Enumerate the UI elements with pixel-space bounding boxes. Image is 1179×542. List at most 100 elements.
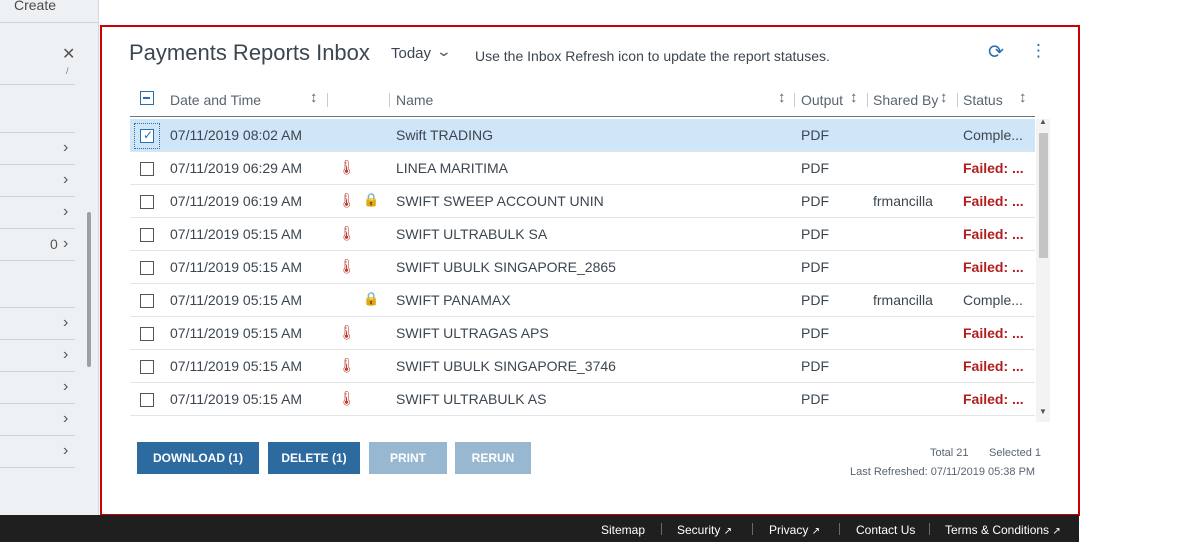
chevron-right-icon[interactable]: › xyxy=(63,315,68,331)
table-row[interactable]: 07/11/2019 06:19 AM 🌡 🔒 SWIFT SWEEP ACCO… xyxy=(130,185,1035,218)
divider xyxy=(0,467,75,468)
cell-date: 07/11/2019 05:15 AM xyxy=(170,259,303,275)
chevron-right-icon[interactable]: › xyxy=(63,204,68,220)
thermometer-icon: 🌡 xyxy=(338,225,356,241)
chevron-right-icon[interactable]: › xyxy=(63,140,68,156)
row-checkbox[interactable] xyxy=(140,195,154,209)
table-row[interactable]: 07/11/2019 05:15 AM 🌡 SWIFT UBULK SINGAP… xyxy=(130,251,1035,284)
cell-name[interactable]: SWIFT ULTRABULK SA xyxy=(396,226,547,242)
footer-link-security[interactable]: Security ↗ xyxy=(677,523,732,537)
thermometer-icon: 🌡 xyxy=(338,324,356,340)
cell-status[interactable]: Comple... xyxy=(963,127,1023,143)
footer-link-contact[interactable]: Contact Us xyxy=(856,523,915,537)
table-scrollbar[interactable]: ▲ ▼ xyxy=(1036,117,1050,422)
sort-icon[interactable]: ↕ xyxy=(310,89,318,106)
cell-name[interactable]: SWIFT UBULK SINGAPORE_2865 xyxy=(396,259,616,275)
sort-icon[interactable]: ↕ xyxy=(778,89,786,106)
table-row[interactable]: 07/11/2019 05:15 AM 🌡 SWIFT ULTRABULK LE… xyxy=(130,416,1035,419)
table-row[interactable]: 07/11/2019 05:15 AM 🔒 SWIFT PANAMAX PDF … xyxy=(130,284,1035,317)
cell-name[interactable]: SWIFT ULTRAGAS APS xyxy=(396,325,549,341)
chevron-right-icon[interactable]: › xyxy=(63,443,68,459)
cell-output: PDF xyxy=(801,325,829,341)
select-all-checkbox[interactable] xyxy=(140,91,154,105)
row-checkbox[interactable] xyxy=(140,360,154,374)
row-checkbox[interactable] xyxy=(140,327,154,341)
table-row[interactable]: 07/11/2019 05:15 AM 🌡 SWIFT ULTRABULK SA… xyxy=(130,218,1035,251)
footer-link-sitemap[interactable]: Sitemap xyxy=(601,523,645,537)
column-header-status[interactable]: Status xyxy=(963,92,1003,108)
cell-status[interactable]: Failed: ... xyxy=(963,358,1024,374)
row-checkbox[interactable] xyxy=(140,261,154,275)
cell-status[interactable]: Failed: ... xyxy=(963,259,1024,275)
cell-date: 07/11/2019 05:15 AM xyxy=(170,226,303,242)
site-footer: Sitemap Security ↗ Privacy ↗ Contact Us … xyxy=(0,515,1079,542)
sort-icon[interactable]: ↕ xyxy=(1019,89,1027,106)
cell-shared-by: frmancilla xyxy=(873,193,933,209)
table-row[interactable]: 07/11/2019 05:15 AM 🌡 SWIFT ULTRAGAS APS… xyxy=(130,317,1035,350)
row-checkbox[interactable] xyxy=(140,393,154,407)
cell-name[interactable]: SWIFT ULTRABULK AS xyxy=(396,391,546,407)
table-row[interactable]: 07/11/2019 05:15 AM 🌡 SWIFT ULTRABULK AS… xyxy=(130,383,1035,416)
cell-name[interactable]: SWIFT UBULK SINGAPORE_3746 xyxy=(396,358,616,374)
cell-name[interactable]: SWIFT PANAMAX xyxy=(396,292,511,308)
scrollbar-thumb[interactable] xyxy=(1039,133,1048,258)
table-row[interactable]: ✓ 07/11/2019 08:02 AM Swift TRADING PDF … xyxy=(130,119,1035,152)
chevron-right-icon[interactable]: › xyxy=(63,236,68,252)
refresh-hint: Use the Inbox Refresh icon to update the… xyxy=(475,48,830,64)
row-checkbox[interactable] xyxy=(140,294,154,308)
cell-status[interactable]: Comple... xyxy=(963,292,1023,308)
footer-link-terms[interactable]: Terms & Conditions ↗ xyxy=(945,523,1061,537)
cell-status[interactable]: Failed: ... xyxy=(963,391,1024,407)
row-checkbox[interactable] xyxy=(140,162,154,176)
cell-date: 07/11/2019 06:29 AM xyxy=(170,160,303,176)
lock-icon: 🔒 xyxy=(363,291,380,306)
chevron-right-icon[interactable]: › xyxy=(63,411,68,427)
table-row[interactable]: 07/11/2019 06:29 AM 🌡 LINEA MARITIMA PDF… xyxy=(130,152,1035,185)
cell-output: PDF xyxy=(801,193,829,209)
divider xyxy=(0,403,75,404)
cell-status[interactable]: Failed: ... xyxy=(963,193,1024,209)
scroll-up-icon[interactable]: ▲ xyxy=(1039,117,1047,126)
divider xyxy=(0,339,75,340)
create-label[interactable]: Create xyxy=(14,0,56,13)
column-header-name[interactable]: Name xyxy=(396,92,433,108)
cell-output: PDF xyxy=(801,358,829,374)
left-sidebar: Create ✕ / › › › 0 › › › › › › xyxy=(0,0,99,515)
cell-date: 07/11/2019 05:15 AM xyxy=(170,391,303,407)
cell-name[interactable]: Swift TRADING xyxy=(396,127,493,143)
table-row[interactable]: 07/11/2019 05:15 AM 🌡 SWIFT UBULK SINGAP… xyxy=(130,350,1035,383)
chevron-right-icon[interactable]: › xyxy=(63,347,68,363)
chevron-right-icon[interactable]: › xyxy=(63,172,68,188)
sort-icon[interactable]: ↕ xyxy=(940,89,948,106)
lock-icon: 🔒 xyxy=(363,192,380,207)
cell-status[interactable]: Failed: ... xyxy=(963,160,1024,176)
rerun-button[interactable]: RERUN xyxy=(455,442,531,474)
thermometer-icon: 🌡 xyxy=(338,159,356,175)
delete-button[interactable]: DELETE (1) xyxy=(268,442,360,474)
scroll-down-icon[interactable]: ▼ xyxy=(1039,407,1047,416)
divider xyxy=(0,196,75,197)
download-button[interactable]: DOWNLOAD (1) xyxy=(137,442,259,474)
footer-link-privacy[interactable]: Privacy ↗ xyxy=(769,523,820,537)
sidebar-scrollbar[interactable] xyxy=(87,212,91,367)
close-icon[interactable]: ✕ xyxy=(62,44,75,64)
date-filter-dropdown[interactable]: Today xyxy=(391,45,431,62)
cell-name[interactable]: SWIFT SWEEP ACCOUNT UNIN xyxy=(396,193,604,209)
cell-name[interactable]: LINEA MARITIMA xyxy=(396,160,508,176)
cell-status[interactable]: Failed: ... xyxy=(963,226,1024,242)
cell-date: 07/11/2019 06:19 AM xyxy=(170,193,303,209)
footer-divider xyxy=(752,523,753,535)
refresh-icon[interactable]: ⟳ xyxy=(988,41,1004,64)
row-checkbox[interactable]: ✓ xyxy=(140,128,154,143)
count-badge: 0 xyxy=(50,236,58,252)
sort-icon[interactable]: ↕ xyxy=(850,89,858,106)
more-options-icon[interactable]: ⋮ xyxy=(1030,41,1047,61)
chevron-right-icon[interactable]: › xyxy=(63,379,68,395)
cell-status[interactable]: Failed: ... xyxy=(963,325,1024,341)
row-checkbox[interactable] xyxy=(140,228,154,242)
print-button[interactable]: PRINT xyxy=(369,442,447,474)
column-header-output[interactable]: Output xyxy=(801,92,843,108)
column-header-date[interactable]: Date and Time xyxy=(170,92,261,108)
column-header-shared-by[interactable]: Shared By xyxy=(873,92,938,108)
chevron-down-icon[interactable]: ⌄ xyxy=(436,43,452,60)
